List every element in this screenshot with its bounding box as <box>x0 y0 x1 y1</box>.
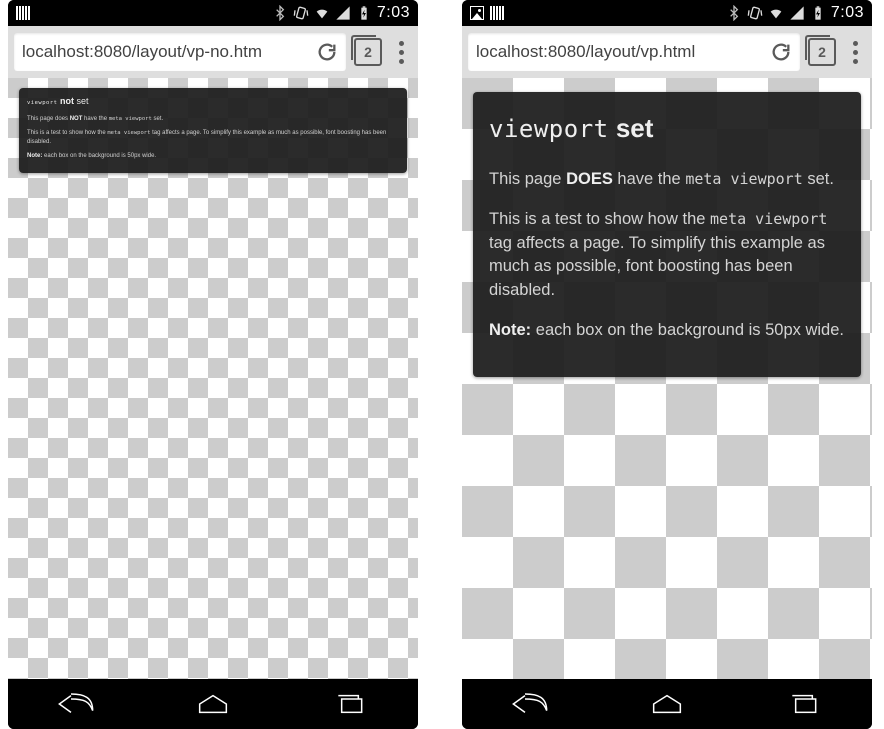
page-viewport[interactable]: viewport set This page DOES have the met… <box>462 78 872 679</box>
tabs-button[interactable]: 2 <box>354 38 382 66</box>
phone-left: 7:03 localhost:8080/layout/vp-no.htm 2 <box>8 0 418 729</box>
paragraph: Note: each box on the background is 50px… <box>489 319 845 343</box>
bluetooth-icon <box>272 5 288 21</box>
status-time: 7:03 <box>831 4 864 22</box>
vibrate-icon <box>747 5 763 21</box>
url-text: localhost:8080/layout/vp.html <box>476 42 764 62</box>
page-heading: viewport not set <box>27 95 399 108</box>
omnibox[interactable]: localhost:8080/layout/vp.html <box>468 33 800 71</box>
paragraph: This is a test to show how the meta view… <box>489 208 845 304</box>
recents-button[interactable] <box>330 690 370 718</box>
browser-toolbar: localhost:8080/layout/vp.html 2 <box>462 26 872 78</box>
status-bar: 7:03 <box>8 0 418 26</box>
battery-icon <box>810 5 826 21</box>
recents-button[interactable] <box>784 690 824 718</box>
content-card: viewport not set This page does NOT have… <box>19 88 407 173</box>
status-bar: 7:03 <box>462 0 872 26</box>
barcode-icon <box>490 6 504 20</box>
page-viewport[interactable]: viewport not set This page does NOT have… <box>8 78 418 679</box>
tabs-count: 2 <box>818 44 826 60</box>
back-button[interactable] <box>510 690 550 718</box>
barcode-icon <box>16 6 30 20</box>
signal-icon <box>335 5 351 21</box>
image-icon <box>470 6 484 20</box>
tabs-count: 2 <box>364 44 372 60</box>
back-button[interactable] <box>56 690 96 718</box>
paragraph: This page does NOT have the meta viewpor… <box>27 115 399 124</box>
wifi-icon <box>314 5 330 21</box>
content-card: viewport set This page DOES have the met… <box>473 92 861 377</box>
wifi-icon <box>768 5 784 21</box>
vibrate-icon <box>293 5 309 21</box>
omnibox[interactable]: localhost:8080/layout/vp-no.htm <box>14 33 346 71</box>
reload-icon[interactable] <box>316 41 338 63</box>
bluetooth-icon <box>726 5 742 21</box>
home-button[interactable] <box>647 690 687 718</box>
signal-icon <box>789 5 805 21</box>
reload-icon[interactable] <box>770 41 792 63</box>
paragraph: This is a test to show how the meta view… <box>27 129 399 147</box>
url-text: localhost:8080/layout/vp-no.htm <box>22 42 310 62</box>
menu-button[interactable] <box>844 41 866 64</box>
android-navbar <box>8 679 418 729</box>
status-time: 7:03 <box>377 4 410 22</box>
menu-button[interactable] <box>390 41 412 64</box>
page-heading: viewport set <box>489 110 845 148</box>
browser-toolbar: localhost:8080/layout/vp-no.htm 2 <box>8 26 418 78</box>
android-navbar <box>462 679 872 729</box>
phone-right: 7:03 localhost:8080/layout/vp.html 2 <box>462 0 872 729</box>
tabs-button[interactable]: 2 <box>808 38 836 66</box>
home-button[interactable] <box>193 690 233 718</box>
paragraph: This page DOES have the meta viewport se… <box>489 168 845 192</box>
battery-icon <box>356 5 372 21</box>
paragraph: Note: each box on the background is 50px… <box>27 152 399 161</box>
